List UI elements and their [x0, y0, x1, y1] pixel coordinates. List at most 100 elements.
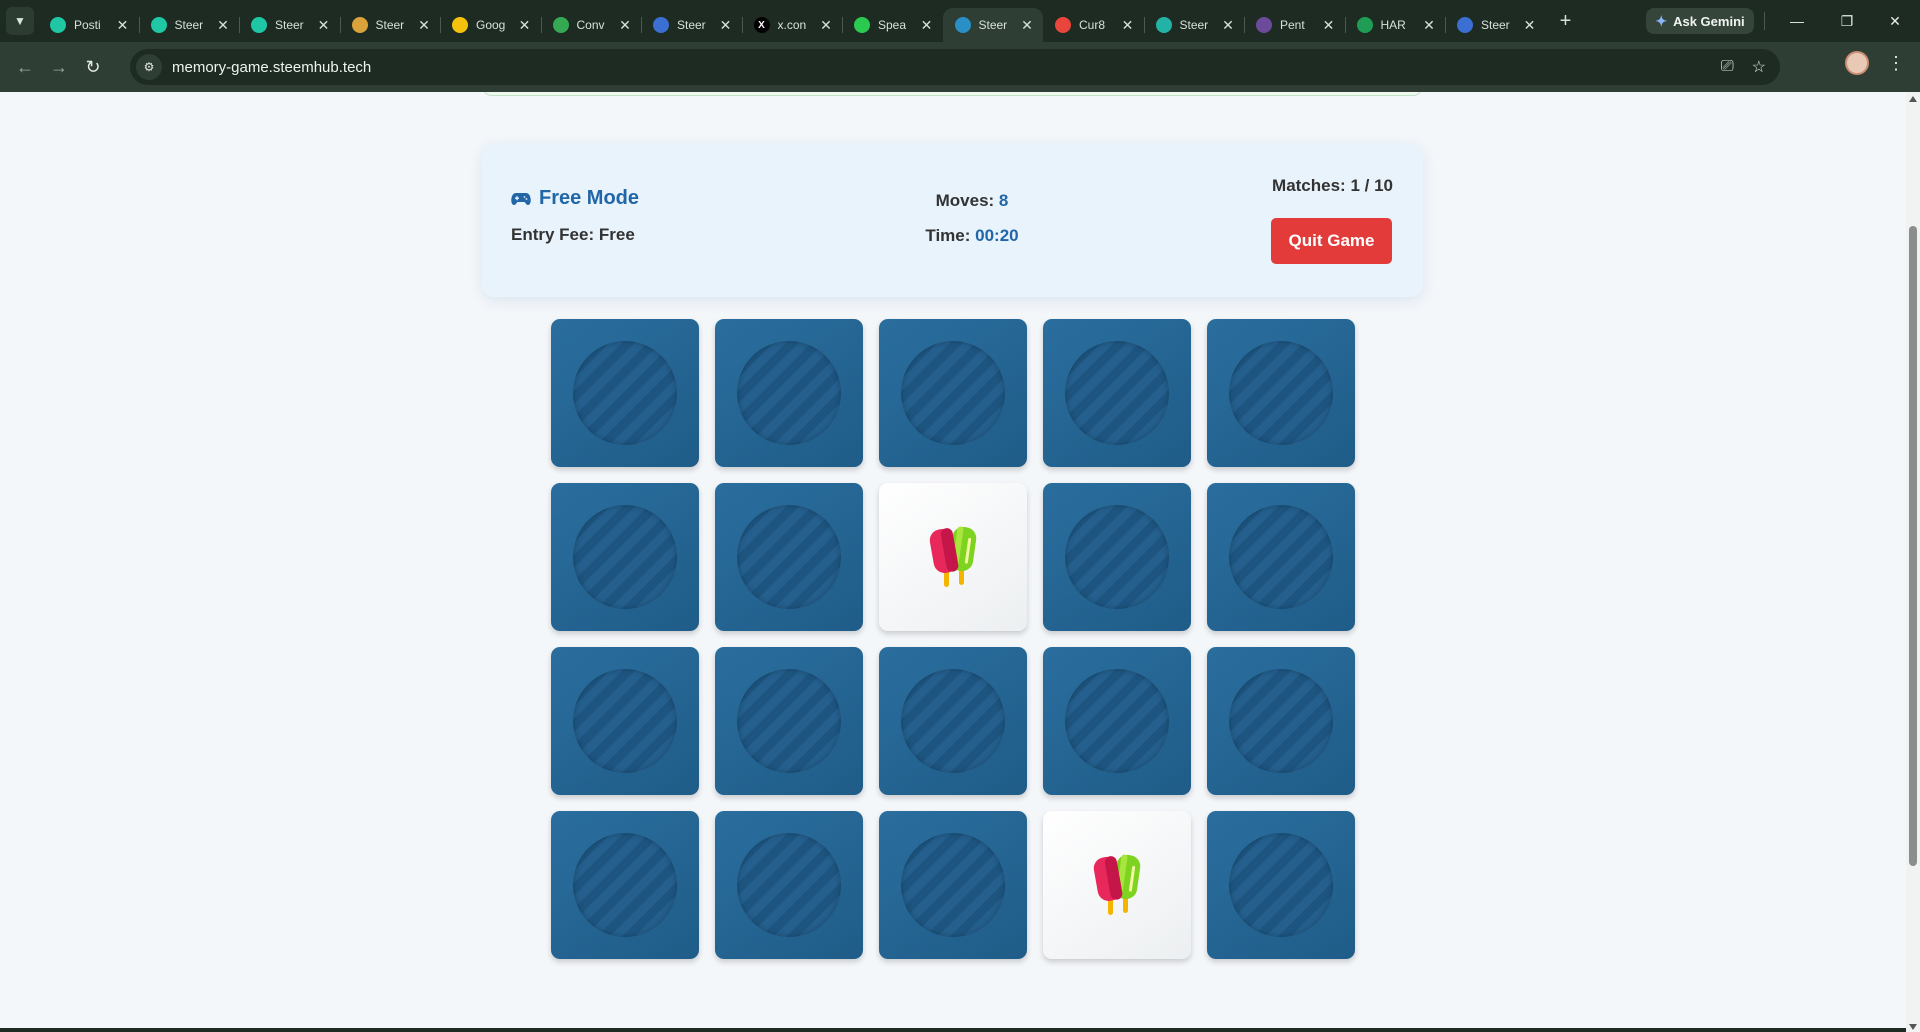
tab-close-icon[interactable]: ✕ — [919, 17, 935, 33]
game-mode-label: Free Mode — [539, 187, 640, 209]
memory-card-face-down[interactable] — [1207, 647, 1355, 795]
cur8-icon — [1055, 17, 1071, 33]
site-info-button[interactable]: ⚙ — [136, 54, 162, 80]
browser-tab[interactable]: Steer ✕ — [641, 8, 742, 42]
play-icon — [854, 17, 870, 33]
tab-close-icon[interactable]: ✕ — [316, 17, 332, 33]
card-back-pattern — [737, 669, 841, 773]
scroll-up-arrow-icon[interactable] — [1909, 96, 1917, 102]
browser-tab[interactable]: Posti ✕ — [38, 8, 139, 42]
memory-card-face-down[interactable] — [551, 319, 699, 467]
browser-tab[interactable]: Steer ✕ — [138, 8, 240, 42]
tab-close-icon[interactable]: ✕ — [1220, 17, 1236, 33]
tab-close-icon[interactable]: ✕ — [1120, 17, 1136, 33]
memory-card-face-up[interactable] — [1043, 811, 1191, 959]
memory-card-face-down[interactable] — [551, 483, 699, 631]
browser-tab[interactable]: Steer ✕ — [1143, 8, 1245, 42]
restore-button[interactable]: ❐ — [1824, 0, 1870, 42]
tab-close-icon[interactable]: ✕ — [818, 17, 834, 33]
tab-close-icon[interactable]: ✕ — [215, 17, 231, 33]
tab-close-icon[interactable]: ✕ — [1019, 17, 1035, 33]
memory-card-face-down[interactable] — [879, 319, 1027, 467]
browser-tab[interactable]: Pent ✕ — [1244, 8, 1345, 42]
window-controls-divider — [1764, 12, 1765, 30]
memory-card-face-down[interactable] — [1043, 647, 1191, 795]
globe-icon — [1457, 17, 1473, 33]
memory-card-face-down[interactable] — [1043, 319, 1191, 467]
browser-tab[interactable]: Conv ✕ — [540, 8, 642, 42]
browser-tab[interactable]: Cur8 ✕ — [1043, 8, 1144, 42]
card-back-pattern — [737, 833, 841, 937]
browser-tab[interactable]: Steer ✕ — [339, 8, 441, 42]
browser-tab[interactable]: Spea ✕ — [842, 8, 943, 42]
browser-tab[interactable]: Xx.con ✕ — [741, 8, 843, 42]
browser-tab[interactable]: Steer ✕ — [942, 8, 1043, 42]
matches-value: 1 / 10 — [1350, 176, 1393, 195]
card-back-pattern — [737, 505, 841, 609]
card-back-pattern — [1065, 505, 1169, 609]
memory-card-face-down[interactable] — [551, 811, 699, 959]
memory-card-face-down[interactable] — [551, 647, 699, 795]
tab-label: Goog — [476, 18, 506, 32]
browser-menu-button[interactable]: ⋮ — [1884, 48, 1908, 78]
memory-card-face-up[interactable] — [879, 483, 1027, 631]
reload-button[interactable]: ↻ — [76, 50, 110, 84]
memory-card-face-down[interactable] — [715, 319, 863, 467]
card-back-pattern — [737, 341, 841, 445]
browser-tab[interactable]: Steer ✕ — [239, 8, 340, 42]
tab-close-icon[interactable]: ✕ — [1522, 17, 1538, 33]
tab-label: Steer — [1481, 18, 1510, 32]
window-bottom-edge — [0, 1028, 1906, 1032]
memory-card-face-down[interactable] — [879, 811, 1027, 959]
browser-toolbar: ← → ↻ ⚙ memory-game.steemhub.tech ⎚ ☆ ⋮ — [0, 42, 1920, 92]
memory-card-face-down[interactable] — [1207, 483, 1355, 631]
address-bar[interactable]: ⚙ memory-game.steemhub.tech ⎚ ☆ — [130, 49, 1780, 85]
scroll-down-arrow-icon[interactable] — [1909, 1024, 1917, 1030]
tab-close-icon[interactable]: ✕ — [416, 17, 432, 33]
memory-card-face-down[interactable] — [1207, 811, 1355, 959]
browser-tab[interactable]: Steer ✕ — [1445, 8, 1546, 42]
tab-close-icon[interactable]: ✕ — [1321, 17, 1337, 33]
install-app-icon[interactable]: ⎚ — [1721, 58, 1734, 76]
popsicle-icon — [929, 526, 977, 587]
forward-button[interactable]: → — [42, 50, 76, 84]
tab-close-icon[interactable]: ✕ — [617, 17, 633, 33]
memory-card-face-down[interactable] — [715, 483, 863, 631]
globe-icon — [653, 17, 669, 33]
tab-label: Spea — [878, 18, 907, 32]
chevron-down-icon: ▼ — [14, 14, 26, 28]
back-button[interactable]: ← — [8, 50, 42, 84]
tab-close-icon[interactable]: ✕ — [517, 17, 533, 33]
tab-label: Pent — [1280, 18, 1305, 32]
tab-label: Steer — [275, 18, 304, 32]
ask-gemini-label: Ask Gemini — [1673, 13, 1745, 29]
memory-card-face-down[interactable] — [1043, 483, 1191, 631]
card-back-pattern — [1229, 669, 1333, 773]
memory-card-face-down[interactable] — [879, 647, 1027, 795]
hive-icon — [1356, 17, 1373, 33]
ask-gemini-button[interactable]: ✦ Ask Gemini — [1646, 8, 1754, 34]
plus-icon: + — [1559, 9, 1572, 32]
browser-tab[interactable]: Goog ✕ — [440, 8, 541, 42]
quit-game-button[interactable]: Quit Game — [1271, 218, 1392, 264]
moves-counter: Moves: 8 — [917, 191, 1027, 211]
tab-close-icon[interactable]: ✕ — [718, 17, 734, 33]
scrollbar-thumb[interactable] — [1909, 226, 1917, 866]
tab-close-icon[interactable]: ✕ — [115, 17, 131, 33]
steem-icon — [50, 17, 66, 33]
bookmark-star-icon[interactable]: ☆ — [1752, 57, 1766, 77]
memory-card-face-down[interactable] — [715, 647, 863, 795]
minimize-button[interactable]: — — [1774, 0, 1820, 42]
page-scrollbar[interactable] — [1906, 92, 1920, 1032]
card-back-pattern — [901, 833, 1005, 937]
url-text[interactable]: memory-game.steemhub.tech — [172, 59, 371, 76]
tab-search-button[interactable]: ▼ — [6, 7, 34, 35]
entry-fee-label: Entry Fee: — [511, 225, 599, 244]
new-tab-button[interactable]: + — [1552, 7, 1580, 35]
memory-card-face-down[interactable] — [715, 811, 863, 959]
browser-tab[interactable]: HAR ✕ — [1344, 8, 1446, 42]
tab-close-icon[interactable]: ✕ — [1421, 17, 1437, 33]
memory-card-face-down[interactable] — [1207, 319, 1355, 467]
close-window-button[interactable]: ✕ — [1872, 0, 1918, 42]
profile-avatar[interactable] — [1845, 51, 1869, 75]
